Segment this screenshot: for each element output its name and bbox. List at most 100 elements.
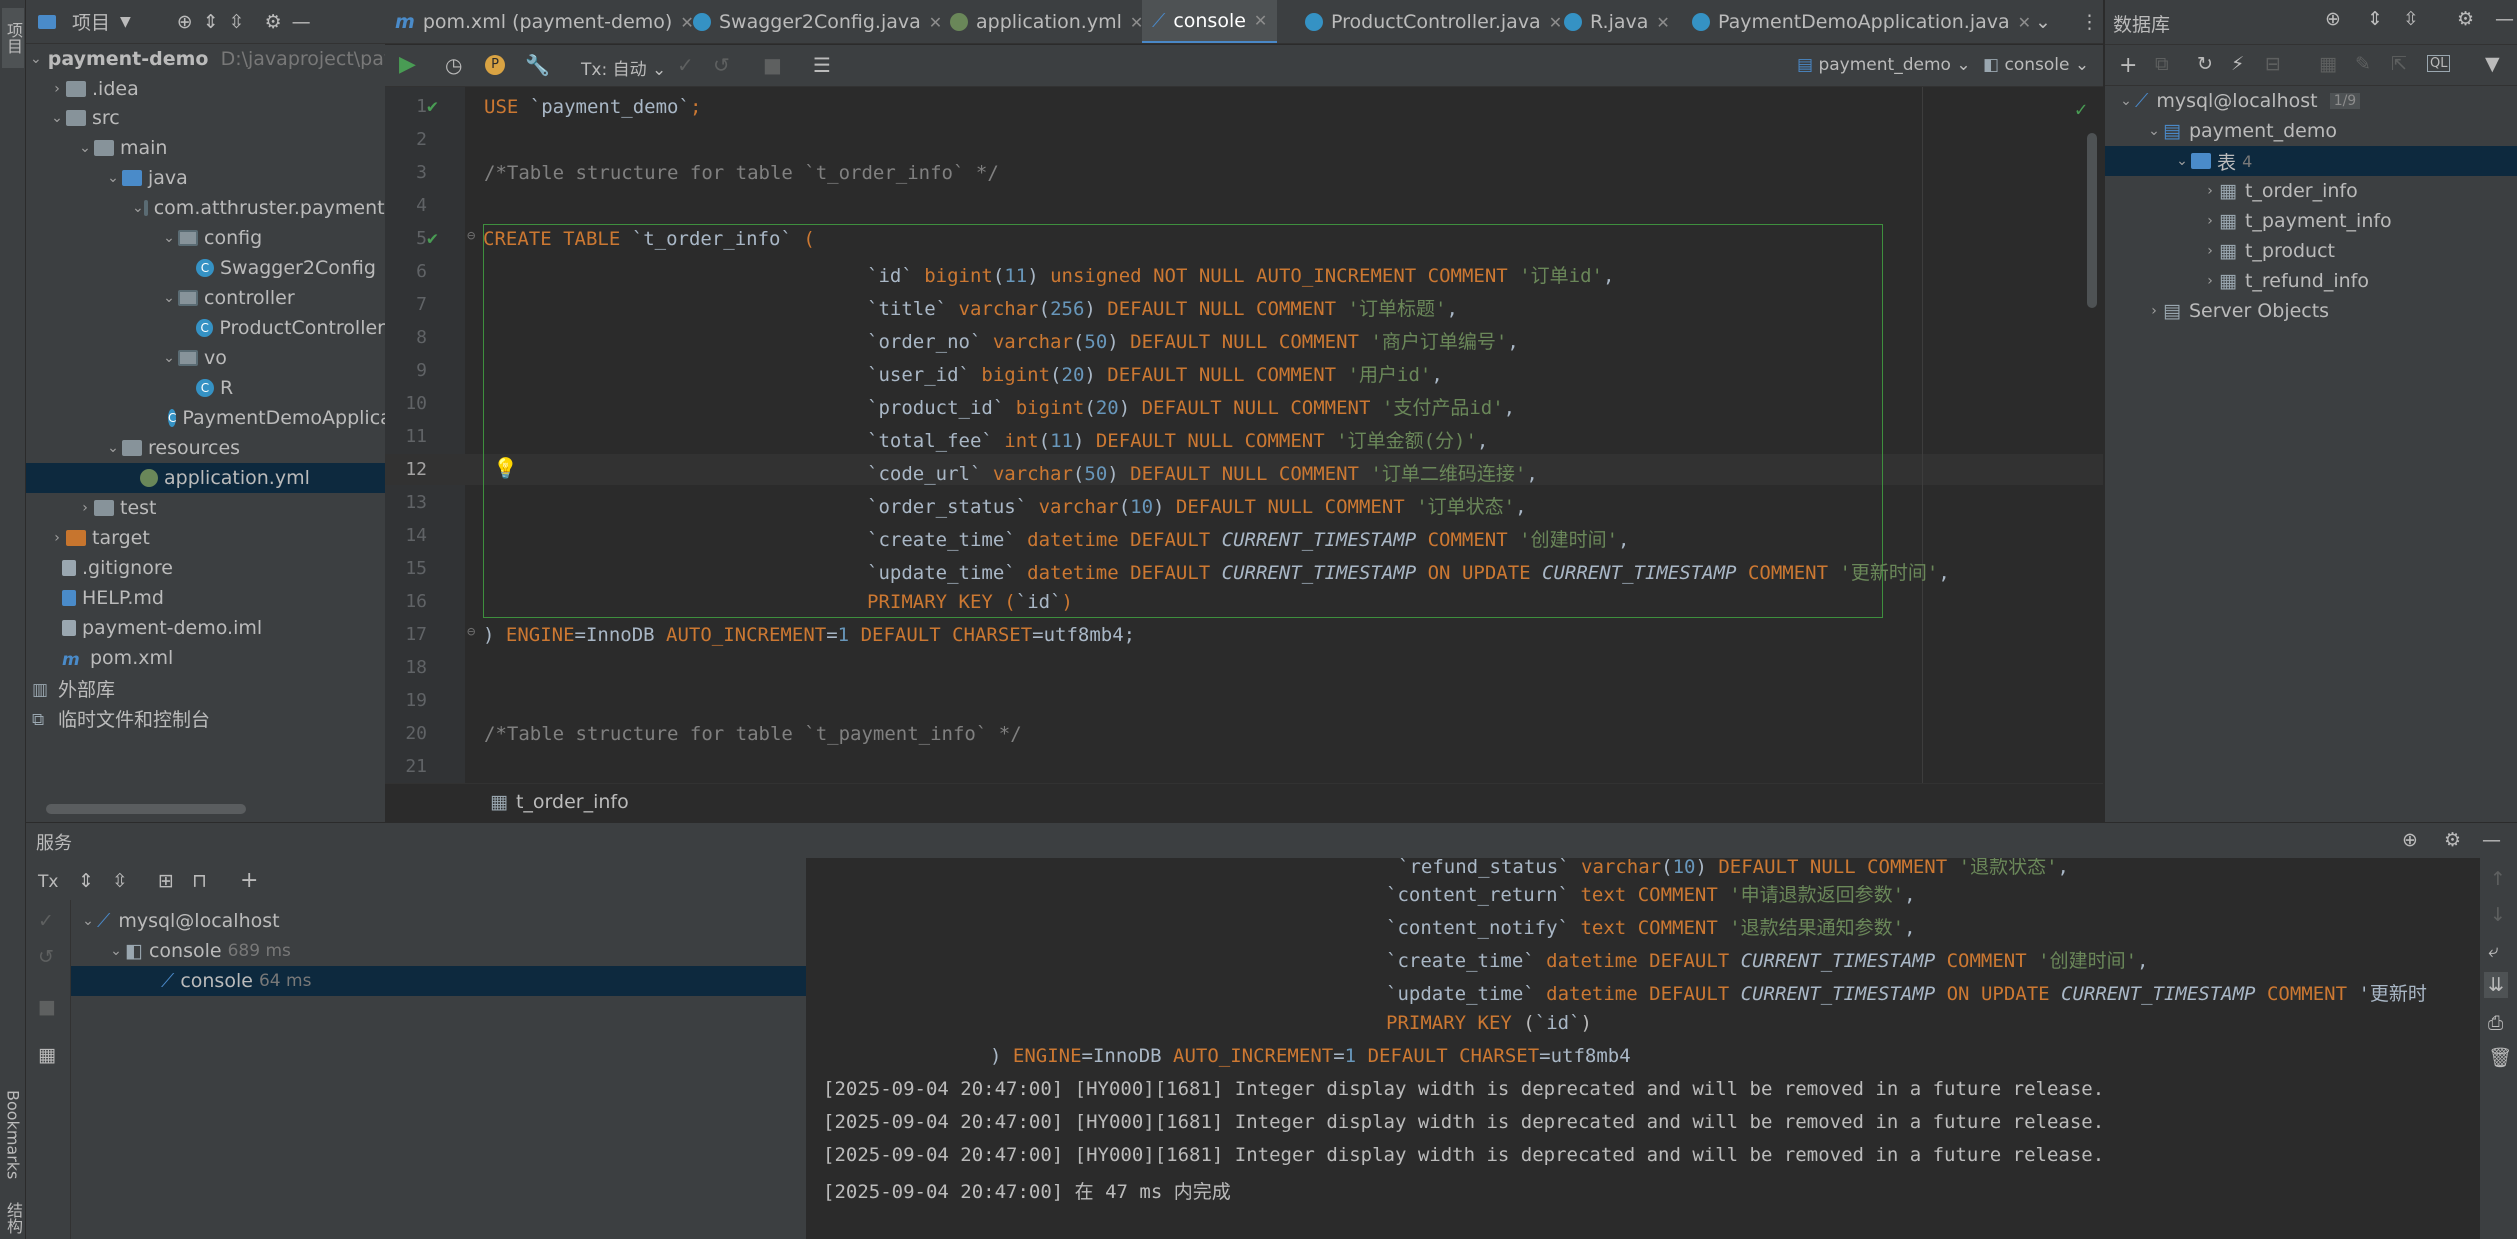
arrow-up-icon[interactable]: ↑ xyxy=(2490,868,2506,890)
svc-console-child[interactable]: ⟋ console 64 ms xyxy=(71,966,806,996)
tx-mode-dropdown[interactable]: Tx: 自动 ⌄ xyxy=(581,55,666,80)
tree-item-external-libs[interactable]: ▥ 外部库 xyxy=(26,673,385,703)
tree-item-test[interactable]: › test xyxy=(26,493,385,523)
horizontal-scrollbar[interactable] xyxy=(46,804,246,814)
vertical-scrollbar[interactable] xyxy=(2087,133,2097,308)
lightbulb-icon[interactable]: 💡 xyxy=(493,456,518,480)
tree-item-src[interactable]: ⌄ src xyxy=(26,103,385,133)
crosshair-icon[interactable]: ⊕ xyxy=(177,11,193,33)
chevron-right-icon[interactable]: › xyxy=(2145,303,2163,319)
collapse-all-icon[interactable]: ⇳ xyxy=(112,870,128,892)
hide-icon[interactable]: — xyxy=(292,11,311,33)
layout-icon[interactable]: ▦ xyxy=(38,1044,56,1066)
session-selector[interactable]: ◧ console ⌄ xyxy=(1983,55,2089,75)
chevron-down-icon[interactable]: ⌄ xyxy=(104,170,122,186)
schema-filter-icon[interactable]: ⚡ xyxy=(2231,53,2244,75)
tab-swagger2config[interactable]: Swagger2Config.java ✕ xyxy=(683,0,952,43)
hide-icon[interactable]: — xyxy=(2495,8,2514,30)
tree-item-controller[interactable]: ⌄ controller xyxy=(26,283,385,313)
tree-item-help-md[interactable]: HELP.md xyxy=(26,583,385,613)
chevron-right-icon[interactable]: › xyxy=(48,530,66,546)
table-icon[interactable]: ▦ xyxy=(2319,53,2337,75)
db-tree-tables[interactable]: ⌄ 表 4 xyxy=(2105,146,2517,176)
close-icon[interactable]: ✕ xyxy=(1254,11,1267,30)
tx-mode-button[interactable]: Tx xyxy=(38,872,58,892)
svc-conn[interactable]: ⌄ ⟋ mysql@localhost xyxy=(71,906,806,936)
chevron-down-icon[interactable]: ⌄ xyxy=(2117,93,2135,109)
refresh-icon[interactable]: ↻ xyxy=(2197,53,2213,75)
chevron-down-icon[interactable]: ▼ xyxy=(120,14,131,30)
print-icon[interactable]: ⎙ xyxy=(2488,1012,2503,1034)
collapse-all-icon[interactable]: ⇳ xyxy=(2403,8,2419,30)
expand-all-icon[interactable]: ⇕ xyxy=(2367,8,2383,30)
tree-item-swagger2config[interactable]: C Swagger2Config xyxy=(26,253,385,283)
soft-wrap-icon[interactable]: ⤶ xyxy=(2488,940,2499,962)
project-tool-tab[interactable]: 项目 xyxy=(2,8,24,68)
hide-icon[interactable]: — xyxy=(2482,829,2501,851)
bookmarks-tool-tab[interactable]: Bookmarks xyxy=(2,1080,24,1190)
chevron-down-icon[interactable]: ⌄ xyxy=(2173,153,2191,169)
fold-icon[interactable]: ⊖ xyxy=(467,228,475,244)
tree-item-resources[interactable]: ⌄ resources xyxy=(26,433,385,463)
tab-paymentdemoapplication[interactable]: PaymentDemoApplication.java ✕ xyxy=(1682,0,2041,43)
gear-icon[interactable]: ⚙ xyxy=(2444,829,2461,851)
tree-item-gitignore[interactable]: .gitignore xyxy=(26,553,385,583)
chevron-right-icon[interactable]: › xyxy=(2201,183,2219,199)
add-icon[interactable]: + xyxy=(2119,53,2137,78)
db-table-row[interactable]: › ▦ t_order_info xyxy=(2105,176,2517,206)
table-view-icon[interactable]: ☰ xyxy=(813,53,831,77)
tab-application-yml[interactable]: application.yml ✕ xyxy=(940,0,1153,43)
chevron-down-icon[interactable]: ⌄ xyxy=(160,350,178,366)
edit-icon[interactable]: ✎ xyxy=(2355,53,2371,75)
chevron-down-icon[interactable]: ⌄ xyxy=(132,200,144,216)
stop-icon[interactable]: ■ xyxy=(38,996,56,1018)
filter-icon[interactable]: ⊓ xyxy=(192,870,207,892)
tree-item-target[interactable]: › target xyxy=(26,523,385,553)
wrench-icon[interactable]: 🔧 xyxy=(525,53,550,77)
commit-icon[interactable]: ✓ xyxy=(38,910,54,932)
db-table-row[interactable]: › ▦ t_payment_info xyxy=(2105,206,2517,236)
stop-icon[interactable]: ■ xyxy=(763,53,782,77)
tree-item-idea[interactable]: › .idea xyxy=(26,74,385,104)
execute-icon[interactable]: ▶ xyxy=(399,52,416,77)
collapse-all-icon[interactable]: ⇳ xyxy=(229,11,245,33)
gear-icon[interactable]: ⚙ xyxy=(2457,8,2474,30)
scroll-to-end-icon[interactable]: ⇊ xyxy=(2484,972,2508,998)
copy-icon[interactable]: ⧉ xyxy=(2155,53,2169,75)
query-console-icon[interactable]: QL xyxy=(2427,55,2451,72)
tree-item-main[interactable]: ⌄ main xyxy=(26,133,385,163)
db-tree-server-objects[interactable]: › ▤ Server Objects xyxy=(2105,296,2517,326)
chevron-right-icon[interactable]: › xyxy=(2201,213,2219,229)
tree-item-iml[interactable]: payment-demo.iml xyxy=(26,613,385,643)
db-tree-schema[interactable]: ⌄ ▤ payment_demo xyxy=(2105,116,2517,146)
tabs-overflow-button[interactable]: ⌄ xyxy=(2025,0,2061,43)
db-table-row[interactable]: › ▦ t_refund_info xyxy=(2105,266,2517,296)
tab-pom-xml[interactable]: m pom.xml (payment-demo) ✕ xyxy=(385,0,704,43)
chevron-right-icon[interactable]: › xyxy=(2201,273,2219,289)
tree-item-vo[interactable]: ⌄ vo xyxy=(26,343,385,373)
gear-icon[interactable]: ⚙ xyxy=(265,11,282,33)
parameter-icon[interactable]: P xyxy=(485,55,505,75)
commit-icon[interactable]: ✓ xyxy=(677,53,694,77)
fold-icon[interactable]: ⊖ xyxy=(467,624,475,640)
tree-item-java[interactable]: ⌄ java xyxy=(26,163,385,193)
history-icon[interactable]: ◷ xyxy=(445,53,462,77)
db-table-row[interactable]: › ▦ t_product xyxy=(2105,236,2517,266)
trash-icon[interactable]: 🗑 xyxy=(2488,1046,2512,1069)
db-tree-conn[interactable]: ⌄ ⟋ mysql@localhost 1/9 xyxy=(2105,86,2517,116)
add-icon[interactable]: + xyxy=(240,868,258,893)
breadcrumb-table[interactable]: t_order_info xyxy=(516,791,629,813)
structure-tool-tab[interactable]: 结构 xyxy=(2,1200,24,1236)
chevron-down-icon[interactable]: ⌄ xyxy=(160,290,178,306)
chevron-right-icon[interactable]: › xyxy=(76,500,94,516)
tree-item-r[interactable]: CR xyxy=(26,373,385,403)
tree-item-productcontroller[interactable]: C ProductController xyxy=(26,313,385,343)
chevron-down-icon[interactable]: ⌄ xyxy=(30,51,42,67)
chevron-down-icon[interactable]: ⌄ xyxy=(2145,123,2163,139)
tree-item-config[interactable]: ⌄ config xyxy=(26,223,385,253)
chevron-down-icon[interactable]: ⌄ xyxy=(160,230,178,246)
tab-console[interactable]: ⟋ console ✕ xyxy=(1142,0,1278,43)
jump-icon[interactable]: ⇱ xyxy=(2391,53,2407,75)
crosshair-icon[interactable]: ⊕ xyxy=(2325,8,2341,30)
tab-productcontroller[interactable]: ProductController.java ✕ xyxy=(1295,0,1572,43)
